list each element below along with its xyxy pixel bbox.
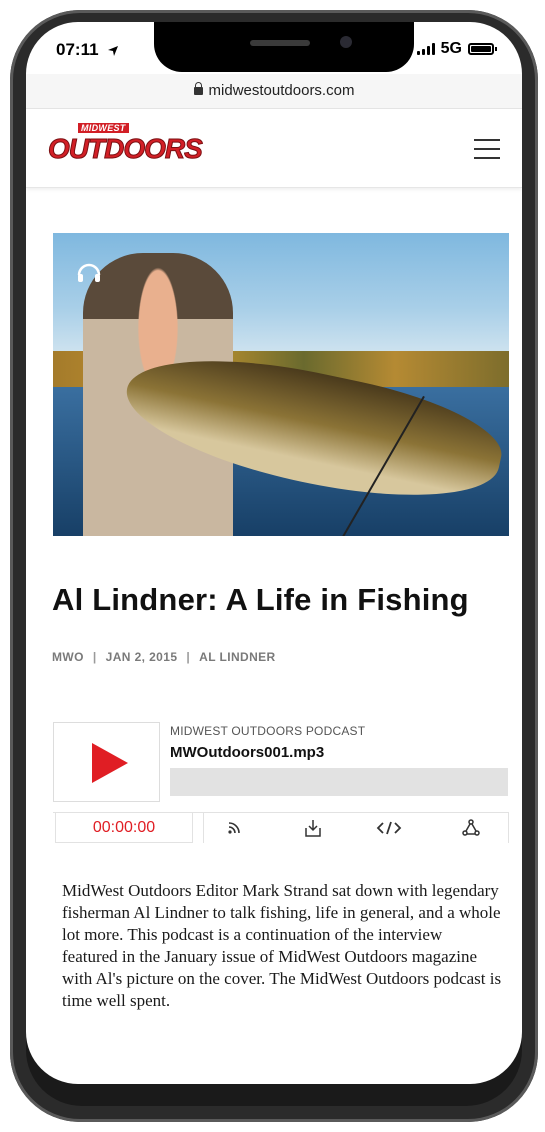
camera [340,36,352,48]
status-time: 07:11 [56,40,119,60]
article-meta: MWO | JAN 2, 2015 | AL LINDNER [52,650,276,664]
location-arrow-icon [108,45,119,56]
notch [154,22,414,72]
signal-icon [416,43,435,55]
download-button[interactable] [283,813,343,843]
progress-bar[interactable] [170,768,508,796]
clock: 07:11 [56,40,99,59]
site-header: MIDWEST OUTDOORS [26,109,522,188]
article-description: MidWest Outdoors Editor Mark Strand sat … [62,881,502,1010]
download-icon [305,820,321,837]
subscribe-button[interactable] [203,813,264,843]
share-icon [462,819,480,836]
embed-button[interactable] [359,813,419,843]
logo-small-text: MIDWEST [78,123,129,133]
logo-big-text: OUTDOORS [48,133,204,165]
headphones-icon [77,263,101,282]
article-title: Al Lindner: A Life in Fishing [52,582,469,617]
speaker [250,40,310,46]
play-button[interactable] [53,722,160,802]
code-icon [376,821,402,835]
meta-author[interactable]: MWO [52,650,84,664]
meta-date: JAN 2, 2015 [105,650,178,664]
lock-icon [193,82,203,95]
status-indicators: 5G [416,40,497,58]
podcast-name: MIDWEST OUTDOORS PODCAST [170,724,366,738]
player-controls: 00:00:00 [53,812,509,843]
hamburger-menu-icon[interactable] [474,139,500,159]
site-logo[interactable]: MIDWEST OUTDOORS [48,123,203,167]
podcast-file-name: MWOutdoors001.mp3 [170,744,325,761]
play-icon [92,743,128,783]
meta-tag[interactable]: AL LINDNER [199,650,275,664]
network-label: 5G [440,40,462,57]
battery-icon [468,43,497,55]
screen: 07:11 5G midwestoutdoors.com MIDWEST OUT… [26,22,522,1084]
hero-image [53,233,509,536]
player-timer: 00:00:00 [55,813,193,843]
share-button[interactable] [441,813,501,843]
podcast-player: MIDWEST OUTDOORS PODCAST MWOutdoors001.m… [53,722,509,843]
player-border [508,813,509,843]
rss-icon [228,822,240,834]
address-bar[interactable]: midwestoutdoors.com [26,74,522,109]
url-text: midwestoutdoors.com [208,82,355,99]
